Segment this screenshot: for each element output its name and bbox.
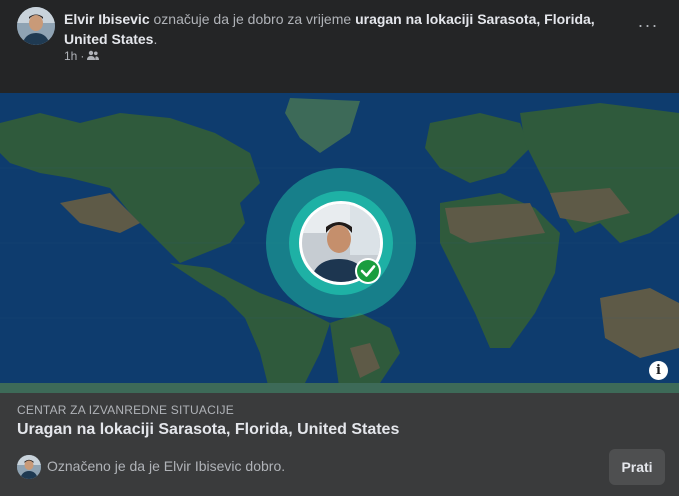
world-map[interactable] — [0, 93, 679, 393]
crisis-title[interactable]: Uragan na lokaciji Sarasota, Florida, Un… — [17, 421, 399, 439]
crisis-category: CENTAR ZA IZVANREDNE SITUACIJE — [17, 403, 234, 417]
post-time[interactable]: 1h — [64, 49, 77, 63]
post-meta: 1h · — [64, 49, 100, 63]
follow-button[interactable]: Prati — [609, 449, 665, 485]
crisis-footer[interactable]: CENTAR ZA IZVANREDNE SITUACIJE Uragan na… — [0, 393, 679, 496]
footer-avatar — [17, 455, 41, 479]
post-headline: Elvir Ibisevic označuje da je dobro za v… — [64, 9, 604, 49]
friends-icon[interactable] — [87, 49, 100, 63]
author-avatar[interactable] — [17, 7, 55, 45]
world-map-graphic — [0, 93, 679, 393]
check-badge — [357, 260, 379, 282]
author-name[interactable]: Elvir Ibisevic — [64, 11, 150, 27]
meta-separator: · — [80, 49, 85, 63]
more-options-icon[interactable]: ··· — [632, 12, 664, 38]
action-text: označuje da je dobro za vrijeme — [149, 11, 356, 27]
info-icon[interactable]: i — [649, 361, 668, 380]
safe-status-text: Označeno je da je Elvir Ibisevic dobro. — [47, 458, 286, 474]
antarctica-land — [0, 383, 679, 393]
post-header: Elvir Ibisevic označuje da je dobro za v… — [0, 0, 679, 93]
headline-period: . — [153, 31, 158, 47]
